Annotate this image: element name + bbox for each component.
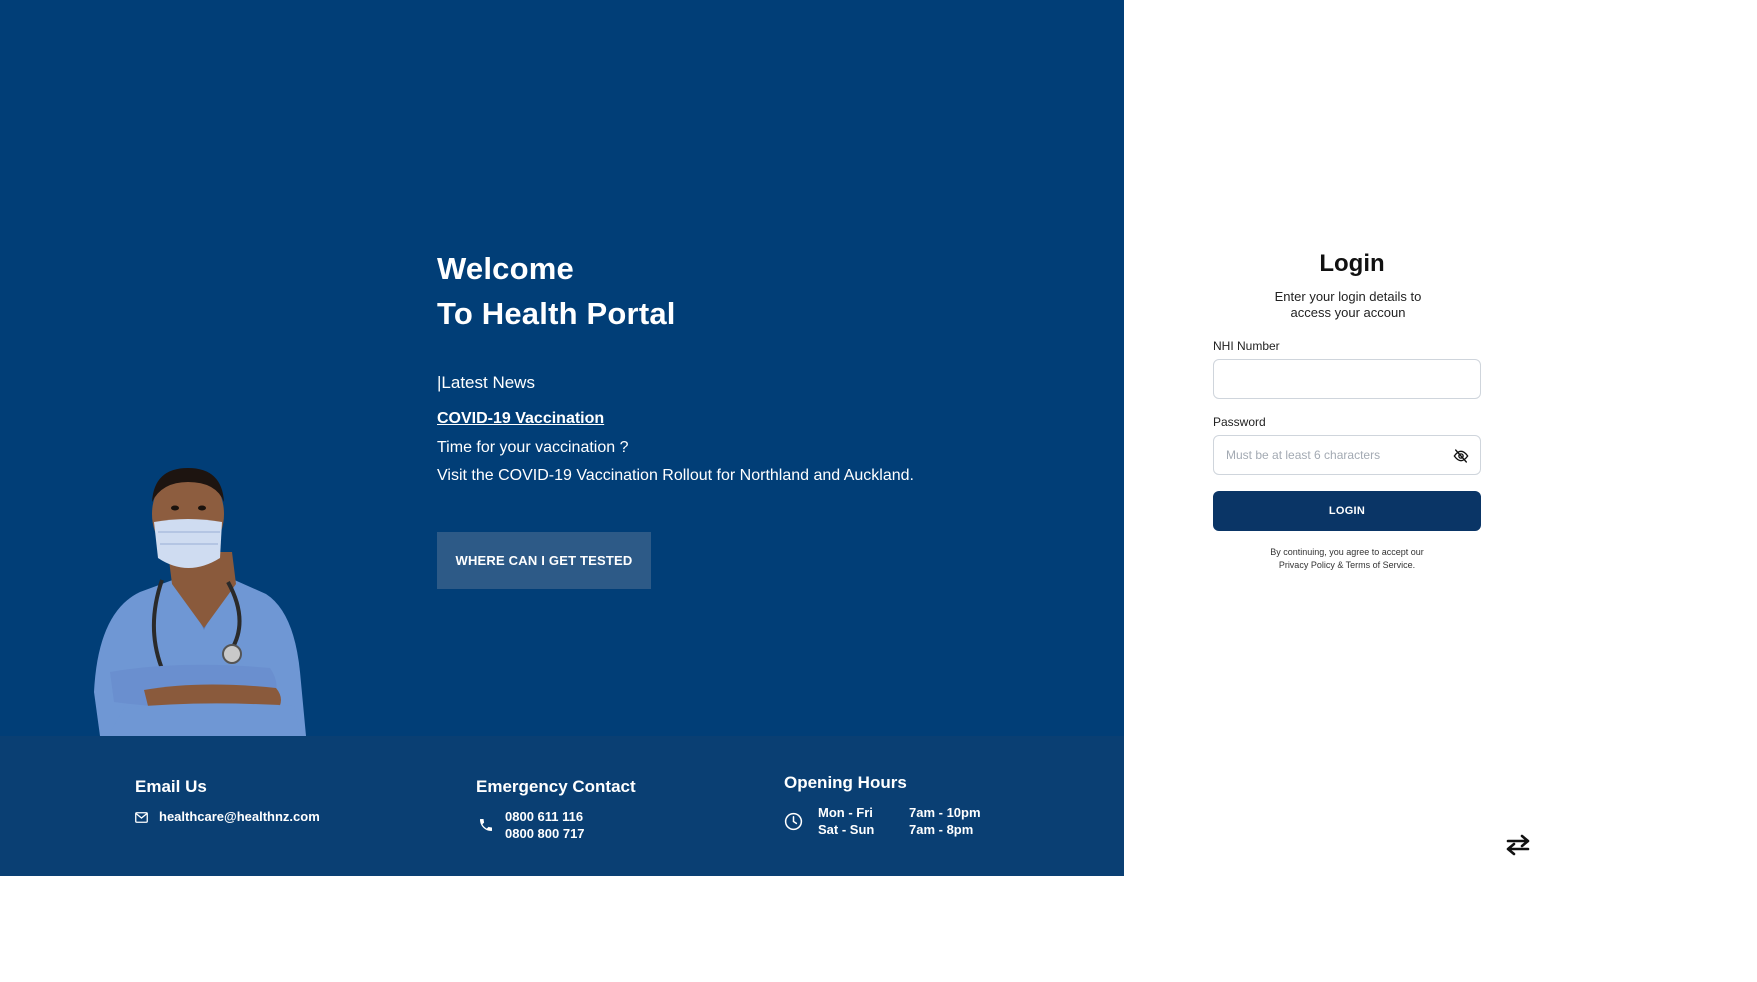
opening-hours-title: Opening Hours bbox=[784, 773, 907, 792]
email-link[interactable]: healthcare@healthnz.com bbox=[159, 809, 320, 824]
covid-vaccination-link[interactable]: COVID-19 Vaccination bbox=[437, 410, 604, 428]
nhi-number-label: NHI Number bbox=[1213, 339, 1280, 353]
latest-news-heading: |Latest News bbox=[437, 373, 535, 392]
welcome-line-1: Welcome bbox=[437, 251, 574, 286]
hours-day-1: Mon - Fri bbox=[818, 805, 873, 820]
nhi-number-input[interactable] bbox=[1213, 359, 1481, 399]
clock-icon bbox=[784, 812, 803, 831]
eye-off-icon[interactable] bbox=[1453, 448, 1469, 464]
swap-arrows-icon[interactable] bbox=[1504, 834, 1532, 856]
emergency-contact-title: Emergency Contact bbox=[476, 777, 636, 796]
login-subtitle-line-2: access your accoun bbox=[1290, 305, 1406, 320]
terms-text: By continuing, you agree to accept our P… bbox=[1213, 546, 1481, 572]
hours-time-2: 7am - 8pm bbox=[909, 822, 974, 837]
doctor-illustration bbox=[94, 468, 306, 736]
emergency-phone-1[interactable]: 0800 611 116 bbox=[505, 809, 583, 824]
hero-panel: Welcome To Health Portal |Latest News CO… bbox=[0, 0, 1124, 736]
email-us-title: Email Us bbox=[135, 777, 207, 796]
mail-icon bbox=[135, 812, 148, 823]
hours-day-2: Sat - Sun bbox=[818, 822, 875, 837]
password-input[interactable] bbox=[1213, 435, 1481, 475]
terms-line-2[interactable]: Privacy Policy & Terms of Service. bbox=[1213, 559, 1481, 572]
login-title: Login bbox=[1319, 250, 1385, 277]
hours-time-1: 7am - 10pm bbox=[909, 805, 981, 820]
login-button[interactable]: LOGIN bbox=[1213, 491, 1481, 531]
phone-icon bbox=[480, 819, 492, 831]
terms-line-1: By continuing, you agree to accept our bbox=[1270, 547, 1424, 557]
login-subtitle-line-1: Enter your login details to bbox=[1274, 289, 1422, 304]
emergency-phone-2[interactable]: 0800 800 717 bbox=[505, 826, 585, 841]
welcome-heading: Welcome To Health Portal bbox=[437, 246, 676, 336]
login-subtitle: Enter your login details to access your … bbox=[1208, 289, 1488, 321]
password-label: Password bbox=[1213, 415, 1266, 429]
news-text-1: Time for your vaccination ? bbox=[437, 439, 629, 456]
news-text-2: Visit the COVID-19 Vaccination Rollout f… bbox=[437, 467, 914, 484]
welcome-line-2: To Health Portal bbox=[437, 296, 676, 331]
where-can-i-get-tested-button[interactable]: WHERE CAN I GET TESTED bbox=[437, 532, 651, 589]
footer: Email Us healthcare@healthnz.com Emergen… bbox=[0, 736, 1124, 876]
